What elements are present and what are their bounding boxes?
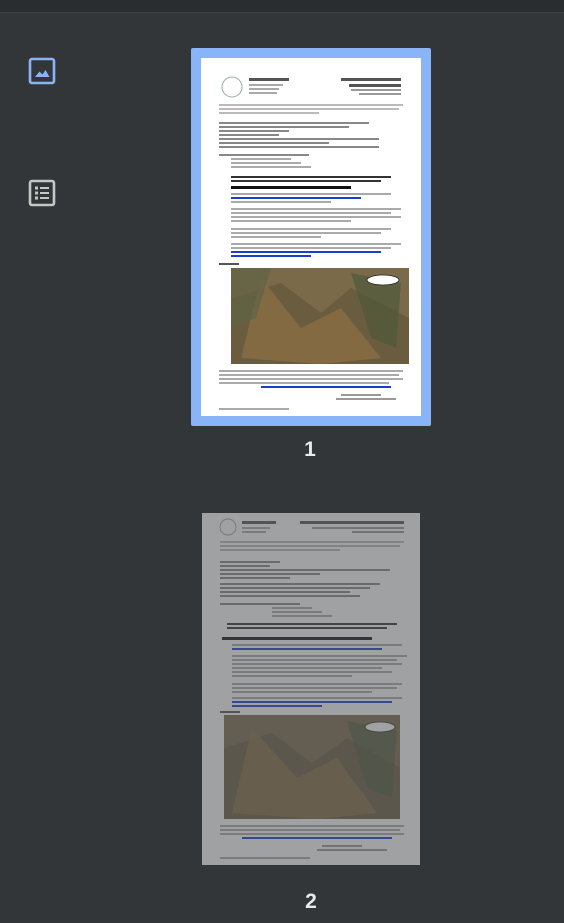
page-thumbnail-2[interactable] bbox=[202, 513, 420, 865]
list-icon bbox=[28, 179, 56, 207]
page-number-label: 1 bbox=[304, 438, 316, 461]
page-preview bbox=[201, 58, 421, 416]
outline-view-button[interactable] bbox=[24, 175, 60, 211]
page-preview bbox=[202, 513, 420, 865]
thumbnails-view-button[interactable] bbox=[24, 53, 60, 89]
page-thumbnail-1[interactable] bbox=[191, 48, 431, 426]
top-toolbar-edge bbox=[0, 0, 564, 13]
image-icon bbox=[28, 57, 56, 85]
page-number-label: 2 bbox=[305, 890, 317, 913]
